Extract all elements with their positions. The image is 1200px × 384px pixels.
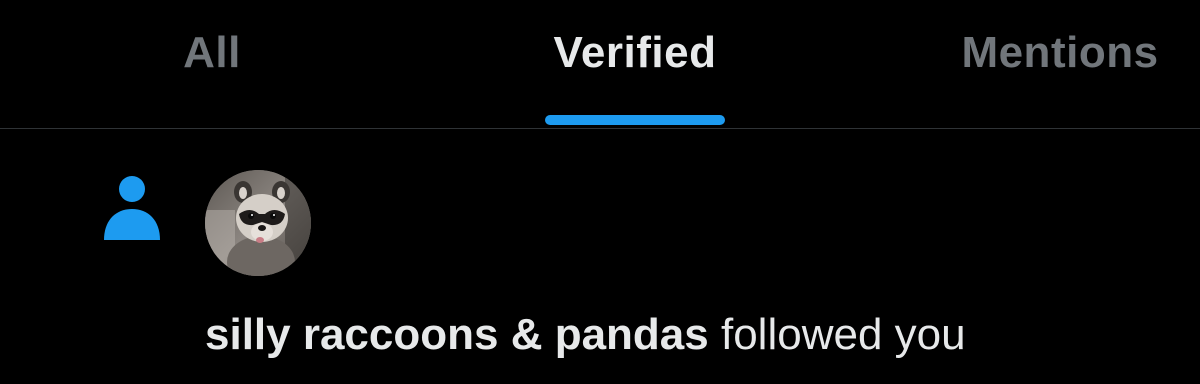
tab-mentions[interactable]: Mentions [930,0,1190,128]
notifications-screen: All Verified Mentions silly raccoons & p… [0,0,1200,384]
tab-all[interactable]: All [112,0,312,128]
person-follow-icon [104,176,160,240]
notification-action: followed you [720,310,966,359]
tab-verified[interactable]: Verified [515,0,755,128]
active-tab-indicator [545,115,725,125]
user-avatar[interactable] [205,170,311,276]
tab-mentions-label: Mentions [961,28,1159,77]
follow-notification[interactable]: silly raccoons & pandas followed you [0,129,1200,384]
notification-user-name[interactable]: silly raccoons & pandas [205,310,709,359]
notification-text: silly raccoons & pandas followed you [205,309,966,361]
notifications-tab-bar: All Verified Mentions [0,0,1200,128]
tab-verified-label: Verified [553,28,717,77]
raccoon-avatar-icon [205,170,311,276]
tab-all-label: All [183,28,241,77]
